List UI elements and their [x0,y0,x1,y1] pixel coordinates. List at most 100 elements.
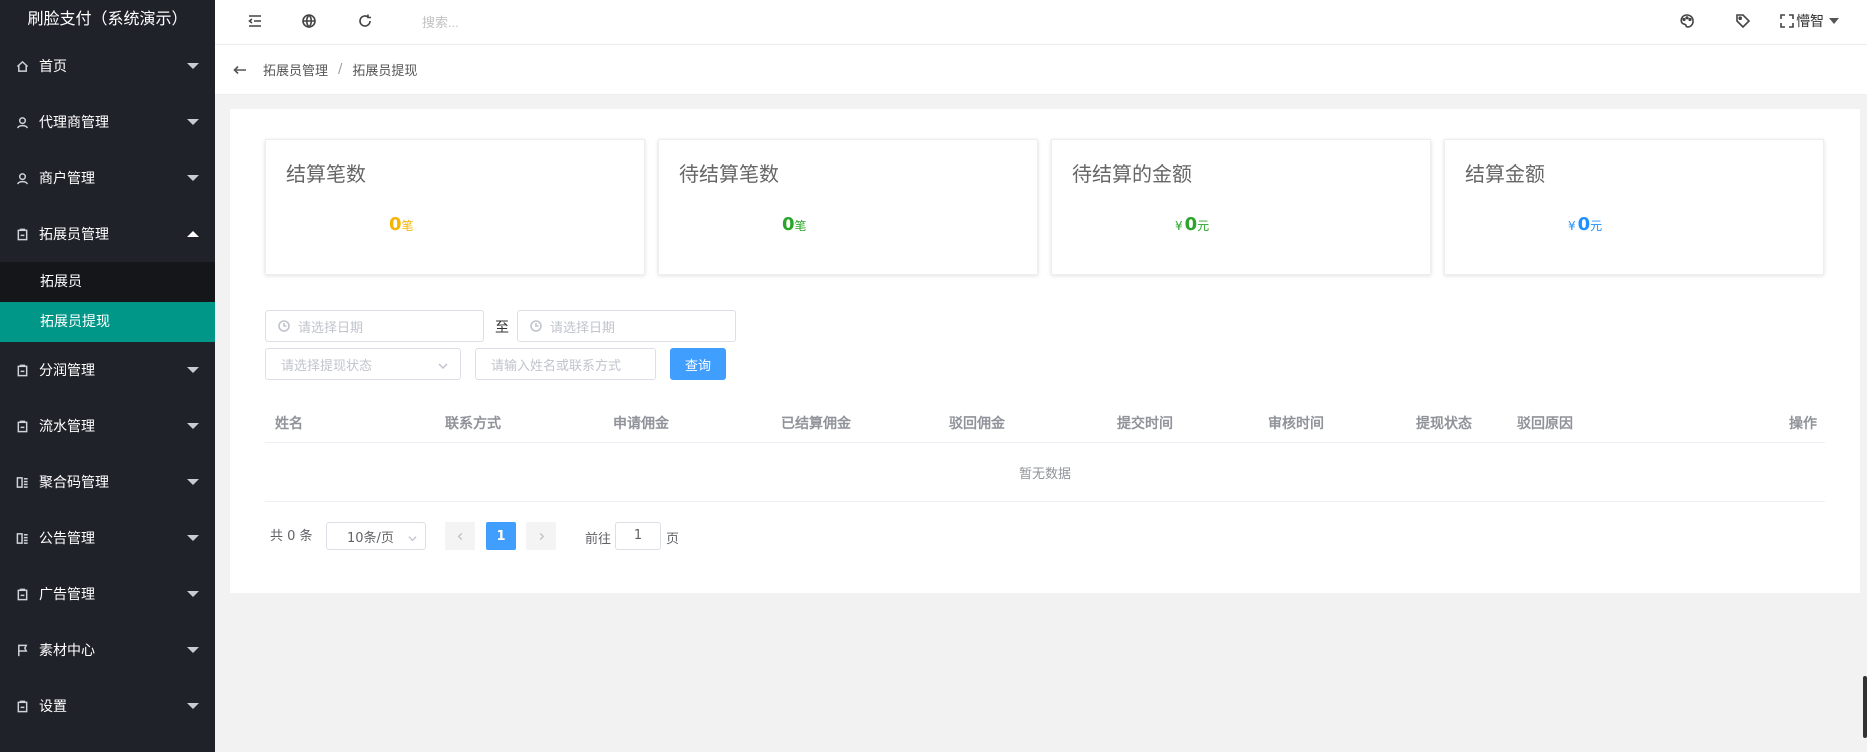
breadcrumb-current: 拓展员提现 [352,64,418,79]
sidebar-item-label: 拓展员管理 [39,227,109,243]
sidebar: 刷脸支付（系统演示） 首页 代理商管理 商户管理 拓展员管理 拓展员 拓展员提现… [0,0,215,752]
sidebar-item-label: 代理商管理 [39,115,109,131]
sidebar-item-transactions[interactable]: 流水管理 [0,398,215,454]
sidebar-item-agents[interactable]: 代理商管理 [0,94,215,150]
clipboard-icon [15,699,29,713]
column-header: 驳回佣金 [949,416,1005,432]
prev-page-button[interactable] [445,522,475,550]
end-date-placeholder: 请选择日期 [550,320,616,336]
query-button[interactable]: 查询 [670,348,726,380]
column-header: 已结算佣金 [781,416,851,432]
column-header: 提现状态 [1416,416,1472,432]
chevron-up-icon [187,231,199,237]
sidebar-item-home[interactable]: 首页 [0,38,215,94]
back-arrow-icon[interactable] [229,59,251,81]
status-select[interactable]: 请选择提现状态 [265,348,461,380]
stat-title: 待结算笔数 [679,162,779,186]
clock-icon [278,320,290,332]
tag-icon[interactable] [1732,10,1754,32]
scrollbar-thumb[interactable] [1863,676,1867,738]
chevron-down-icon [187,423,199,429]
clipboard-icon [15,419,29,433]
page-label: 页 [666,532,680,547]
sidebar-item-promoters[interactable]: 拓展员管理 [0,206,215,262]
column-header: 操作 [1789,416,1817,432]
goto-page-input[interactable]: 1 [615,522,661,550]
sidebar-item-label: 首页 [39,59,67,75]
stat-value: ¥0元 [1175,214,1209,235]
stat-value: ¥0元 [1568,214,1602,235]
column-header: 驳回原因 [1517,416,1573,432]
column-header: 姓名 [275,416,303,432]
sidebar-subitem-promoters[interactable]: 拓展员 [0,262,215,302]
column-header: 联系方式 [445,416,501,432]
clipboard-icon [15,363,29,377]
stat-unit: 笔 [794,219,807,233]
stat-title: 结算笔数 [286,162,366,186]
sidebar-item-announcements[interactable]: 公告管理 [0,510,215,566]
sidebar-item-materials[interactable]: 素材中心 [0,622,215,678]
status-placeholder: 请选择提现状态 [281,358,373,374]
stat-number: 0 [389,214,402,235]
sidebar-item-label: 聚合码管理 [39,475,109,491]
promoters-submenu: 拓展员 拓展员提现 [0,262,215,342]
sidebar-item-label: 分润管理 [39,363,95,379]
start-date-picker[interactable]: 请选择日期 [265,310,484,342]
sidebar-item-label: 流水管理 [39,419,95,435]
page-size-select[interactable]: 10条/页 [326,522,426,550]
breadcrumb-parent[interactable]: 拓展员管理 [263,60,328,79]
list-icon [15,531,29,545]
end-date-picker[interactable]: 请选择日期 [517,310,736,342]
user-name: 懵智 [1796,14,1824,30]
top-bar: 懵智 [215,0,1867,45]
sidebar-item-profit-sharing[interactable]: 分润管理 [0,342,215,398]
stat-title: 待结算的金额 [1072,162,1192,186]
sidebar-item-label: 设置 [39,699,67,715]
pagination-total: 共 0 条 [270,529,313,544]
chevron-down-icon [408,532,417,542]
globe-icon[interactable] [298,10,320,32]
flag-icon [15,643,29,657]
sidebar-item-settings[interactable]: 设置 [0,678,215,734]
sidebar-item-label: 素材中心 [39,643,95,659]
sidebar-subitem-promoter-withdrawal[interactable]: 拓展员提现 [0,302,215,342]
stat-number: 0 [1577,214,1591,235]
chevron-down-icon [187,535,199,541]
sidebar-item-merchants[interactable]: 商户管理 [0,150,215,206]
chevron-right-icon [539,532,544,540]
clipboard-icon [15,227,29,241]
column-header: 申请佣金 [613,416,669,432]
page-number-button[interactable]: 1 [486,522,516,550]
menu-toggle-icon[interactable] [244,10,266,32]
chevron-down-icon [187,367,199,373]
page-size-value: 10条/页 [347,530,394,546]
stat-card-settled-count: 结算笔数 0笔 [265,139,645,275]
stat-unit: 元 [1197,219,1210,233]
column-header: 提交时间 [1117,416,1173,432]
chevron-down-icon [438,360,448,370]
fullscreen-icon[interactable] [1776,10,1798,32]
chevron-down-icon [187,647,199,653]
table-header: 姓名 联系方式 申请佣金 已结算佣金 驳回佣金 提交时间 审核时间 提现状态 驳… [265,401,1825,443]
stat-unit: 元 [1590,219,1603,233]
chevron-down-icon [1829,18,1839,24]
stat-card-pending-count: 待结算笔数 0笔 [658,139,1038,275]
main-panel: 结算笔数 0笔 待结算笔数 0笔 待结算的金额 ¥0元 结算金额 ¥0元 请选择… [230,109,1860,593]
refresh-icon[interactable] [354,10,376,32]
chevron-down-icon [187,119,199,125]
sidebar-item-aggregate-codes[interactable]: 聚合码管理 [0,454,215,510]
user-menu[interactable]: 懵智 [1796,11,1839,31]
breadcrumb: 拓展员管理 / 拓展员提现 [215,45,1867,95]
chevron-down-icon [187,591,199,597]
search-input[interactable] [422,12,622,32]
sidebar-item-ads[interactable]: 广告管理 [0,566,215,622]
keyword-input[interactable]: 请输入姓名或联系方式 [475,348,656,380]
chevron-left-icon [457,532,462,540]
chevron-down-icon [187,63,199,69]
user-icon [15,171,29,185]
date-range-separator: 至 [495,320,509,336]
table-empty-text: 暂无数据 [265,443,1825,502]
next-page-button[interactable] [526,522,556,550]
chevron-down-icon [187,703,199,709]
palette-icon[interactable] [1676,10,1698,32]
